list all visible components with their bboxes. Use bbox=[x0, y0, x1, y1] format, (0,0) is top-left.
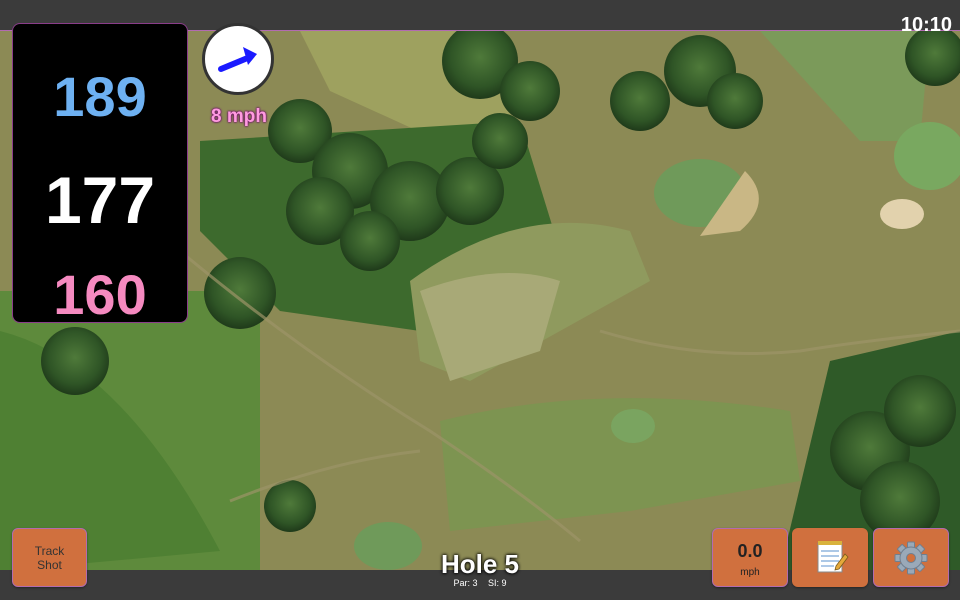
wind-speed-button[interactable]: 0.0 mph bbox=[712, 528, 788, 587]
stroke-index-label: SI: 9 bbox=[488, 578, 507, 588]
wind-button-unit: mph bbox=[740, 567, 760, 578]
notepad-icon bbox=[817, 541, 849, 573]
back-green-distance: 189 bbox=[53, 65, 147, 128]
notes-button[interactable] bbox=[792, 528, 868, 587]
clock-time: 10:10 bbox=[900, 14, 952, 36]
par-label: Par: 3 bbox=[453, 578, 478, 588]
wind-speed-label: 8 mph bbox=[211, 106, 267, 127]
wind-arrow-icon bbox=[218, 47, 257, 72]
center-green-distance: 177 bbox=[44, 163, 156, 237]
settings-button[interactable] bbox=[873, 528, 949, 587]
distance-panel: 189 177 160 bbox=[12, 23, 188, 326]
wind-button-value: 0.0 bbox=[737, 541, 763, 561]
front-green-distance: 160 bbox=[53, 263, 147, 326]
wind-direction-dial bbox=[202, 23, 274, 95]
gear-icon bbox=[894, 541, 928, 575]
